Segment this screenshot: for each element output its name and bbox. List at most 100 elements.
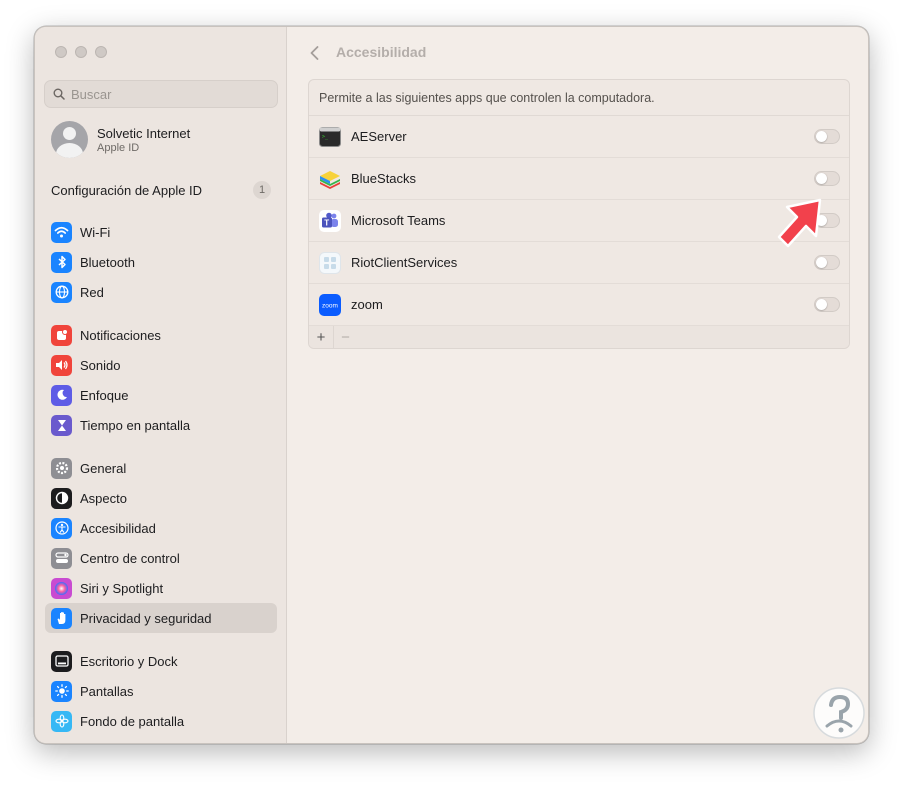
sidebar-item-label: Siri y Spotlight bbox=[80, 580, 164, 596]
sidebar-item-centro-de-control[interactable]: Centro de control bbox=[45, 543, 277, 573]
siri-icon bbox=[51, 577, 72, 599]
search-icon bbox=[53, 88, 65, 100]
sidebar-item-label: Sonido bbox=[80, 357, 121, 373]
permission-toggle[interactable] bbox=[814, 255, 840, 270]
minimize-button[interactable] bbox=[75, 46, 87, 58]
sidebar-item-label: Aspecto bbox=[80, 490, 127, 506]
accessibility-icon bbox=[51, 517, 72, 539]
permission-description: Permite a las siguientes apps que contro… bbox=[309, 80, 849, 116]
app-name: BlueStacks bbox=[351, 171, 417, 186]
app-name: zoom bbox=[351, 297, 383, 312]
chevron-left-icon bbox=[310, 46, 318, 60]
account-row[interactable]: Solvetic Internet Apple ID bbox=[51, 121, 190, 158]
globe-icon bbox=[51, 281, 72, 303]
sidebar-item-label: Wi-Fi bbox=[80, 224, 111, 240]
sidebar-item-pantallas[interactable]: Pantallas bbox=[45, 676, 277, 706]
settings-window: Solvetic Internet Apple ID Configuración… bbox=[34, 26, 869, 744]
remove-app-button[interactable]: − bbox=[333, 326, 357, 348]
bell-icon bbox=[51, 324, 72, 346]
sidebar-group: Notificaciones Sonido Enfoque Tiempo en pan… bbox=[45, 320, 277, 440]
hourglass-icon bbox=[51, 414, 72, 436]
close-button[interactable] bbox=[55, 46, 67, 58]
sidebar-item-label: Pantallas bbox=[80, 683, 134, 699]
flower-icon bbox=[51, 710, 72, 732]
speaker-icon bbox=[51, 354, 72, 376]
app-row: T Microsoft Teams bbox=[309, 200, 849, 242]
sidebar-item-privacidad-y-seguridad[interactable]: Privacidad y seguridad bbox=[45, 603, 277, 633]
sidebar-item-wi-fi[interactable]: Wi-Fi bbox=[45, 217, 277, 247]
list-footer: + − bbox=[309, 326, 849, 348]
permission-toggle[interactable] bbox=[814, 297, 840, 312]
notification-badge: 1 bbox=[253, 181, 271, 199]
sidebar-item-label: Accesibilidad bbox=[80, 520, 156, 536]
sidebar-item-sonido[interactable]: Sonido bbox=[45, 350, 277, 380]
sidebar-group: Wi-Fi Bluetooth Red bbox=[45, 217, 277, 307]
riot-icon bbox=[319, 251, 341, 274]
sidebar-item-accesibilidad[interactable]: Accesibilidad bbox=[45, 513, 277, 543]
svg-text:T: T bbox=[324, 218, 329, 227]
hand-icon bbox=[51, 607, 72, 629]
solvetic-watermark-icon bbox=[813, 687, 865, 739]
gear-icon bbox=[51, 457, 72, 479]
app-name: RiotClientServices bbox=[351, 255, 458, 270]
dock-icon bbox=[51, 650, 72, 672]
sidebar-item-label: Escritorio y Dock bbox=[80, 653, 178, 669]
sidebar-item-fondo-de-pantalla[interactable]: Fondo de pantalla bbox=[45, 706, 277, 736]
teams-icon: T bbox=[319, 209, 341, 232]
moon-icon bbox=[51, 384, 72, 406]
sidebar-item-red[interactable]: Red bbox=[45, 277, 277, 307]
appleid-settings-row[interactable]: Configuración de Apple ID 1 bbox=[51, 181, 271, 199]
control-center-icon bbox=[51, 547, 72, 569]
zoom-button[interactable] bbox=[95, 46, 107, 58]
search-field[interactable] bbox=[44, 80, 278, 108]
sidebar-item-general[interactable]: General bbox=[45, 453, 277, 483]
sidebar-group: General Aspecto Accesibilidad Centro de con… bbox=[45, 453, 277, 633]
window-controls bbox=[55, 46, 107, 58]
sidebar-item-label: Privacidad y seguridad bbox=[80, 610, 212, 626]
svg-text:zoom: zoom bbox=[322, 302, 338, 309]
app-name: AEServer bbox=[351, 129, 407, 144]
wifi-icon bbox=[51, 221, 72, 243]
sidebar-group: Escritorio y Dock Pantallas Fondo de panta… bbox=[45, 646, 277, 736]
sidebar: Solvetic Internet Apple ID Configuración… bbox=[35, 27, 287, 743]
search-input[interactable] bbox=[71, 86, 261, 102]
app-permission-list: Permite a las siguientes apps que contro… bbox=[308, 79, 850, 349]
zoom-icon: zoom bbox=[319, 293, 341, 316]
appleid-settings-label: Configuración de Apple ID bbox=[51, 182, 203, 198]
sidebar-item-tiempo-en-pantalla[interactable]: Tiempo en pantalla bbox=[45, 410, 277, 440]
app-name: Microsoft Teams bbox=[351, 213, 446, 228]
terminal-icon: >_ bbox=[319, 126, 341, 148]
account-subtitle: Apple ID bbox=[97, 141, 140, 154]
app-row: zoom zoom bbox=[309, 284, 849, 326]
bluestacks-icon bbox=[319, 168, 341, 190]
sidebar-item-bluetooth[interactable]: Bluetooth bbox=[45, 247, 277, 277]
sun-icon bbox=[51, 680, 72, 702]
sidebar-item-label: Fondo de pantalla bbox=[80, 713, 185, 729]
main-pane: Accesibilidad Permite a las siguientes a… bbox=[288, 27, 868, 743]
svg-text:>_: >_ bbox=[322, 134, 329, 140]
account-name: Solvetic Internet bbox=[97, 125, 191, 141]
sidebar-item-enfoque[interactable]: Enfoque bbox=[45, 380, 277, 410]
appearance-icon bbox=[51, 487, 72, 509]
sidebar-item-label: Tiempo en pantalla bbox=[80, 417, 191, 433]
avatar bbox=[51, 121, 88, 158]
add-app-button[interactable]: + bbox=[309, 326, 333, 348]
permission-toggle[interactable] bbox=[814, 129, 840, 144]
sidebar-item-label: General bbox=[80, 460, 127, 476]
app-row: RiotClientServices bbox=[309, 242, 849, 284]
app-row: >_ AEServer bbox=[309, 116, 849, 158]
permission-toggle[interactable] bbox=[814, 171, 840, 186]
back-button[interactable] bbox=[306, 44, 322, 62]
sidebar-item-label: Enfoque bbox=[80, 387, 129, 403]
sidebar-item-siri-y-spotlight[interactable]: Siri y Spotlight bbox=[45, 573, 277, 603]
bluetooth-icon bbox=[51, 251, 72, 273]
sidebar-item-aspecto[interactable]: Aspecto bbox=[45, 483, 277, 513]
red-arrow-annotation bbox=[777, 198, 822, 248]
sidebar-item-label: Red bbox=[80, 284, 104, 300]
sidebar-item-label: Notificaciones bbox=[80, 327, 161, 343]
sidebar-item-notificaciones[interactable]: Notificaciones bbox=[45, 320, 277, 350]
page-title: Accesibilidad bbox=[336, 44, 427, 60]
sidebar-item-escritorio-y-dock[interactable]: Escritorio y Dock bbox=[45, 646, 277, 676]
sidebar-item-label: Bluetooth bbox=[80, 254, 135, 270]
sidebar-item-label: Centro de control bbox=[80, 550, 180, 566]
